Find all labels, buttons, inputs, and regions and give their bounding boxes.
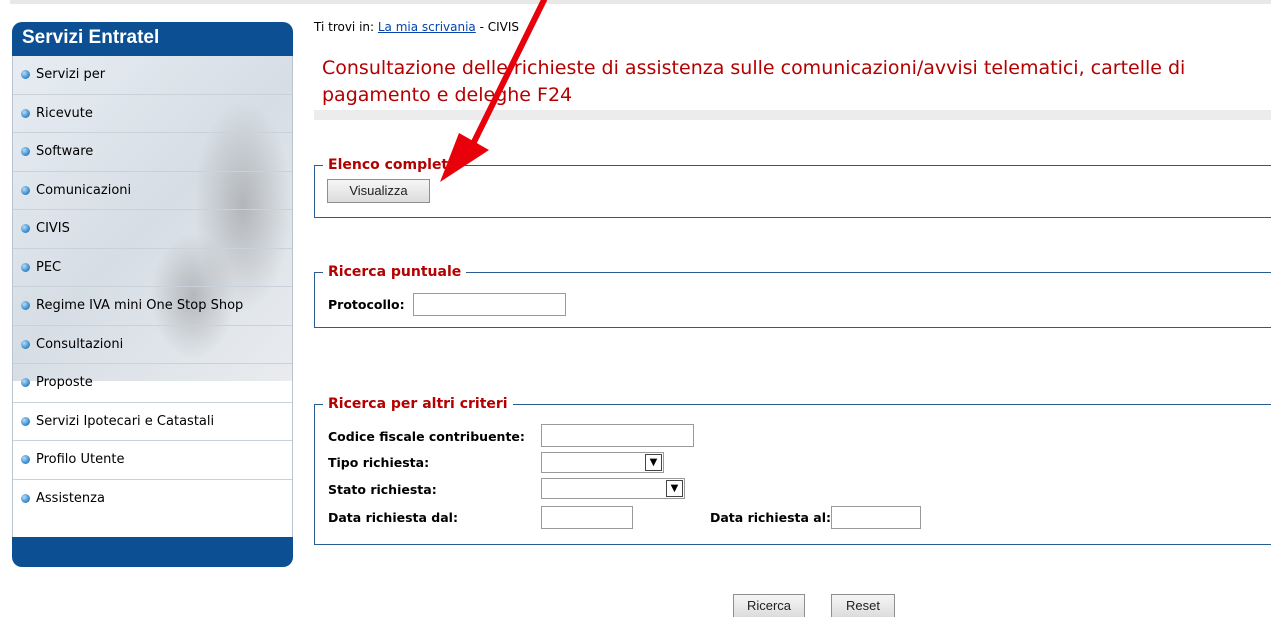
data-al-label: Data richiesta al: xyxy=(710,510,832,525)
sidebar-item-label: PEC xyxy=(36,259,62,275)
breadcrumb-prefix: Ti trovi in: xyxy=(314,20,378,34)
data-dal-input[interactable] xyxy=(541,506,633,529)
sidebar-item-label: CIVIS xyxy=(36,221,70,237)
elenco-completo-section: Elenco completo xyxy=(314,157,1271,218)
chevron-down-icon: ▼ xyxy=(645,454,662,471)
sidebar-item-servizi-per[interactable]: Servizi per xyxy=(13,56,292,95)
bullet-icon xyxy=(21,455,30,465)
codice-fiscale-input[interactable] xyxy=(541,424,694,447)
sidebar-item-pec[interactable]: PEC xyxy=(13,249,292,287)
protocollo-input[interactable] xyxy=(413,293,566,316)
bullet-icon xyxy=(21,185,30,195)
bullet-icon xyxy=(21,262,30,272)
sidebar-item-label: Servizi per xyxy=(36,67,106,83)
bullet-icon xyxy=(21,224,30,234)
sidebar-item-label: Regime IVA mini One Stop Shop xyxy=(36,298,244,314)
stato-richiesta-select[interactable]: ▼ xyxy=(541,478,685,499)
bullet-icon xyxy=(21,147,30,157)
bullet-icon xyxy=(21,108,30,118)
sidebar-item-label: Software xyxy=(36,144,94,160)
sidebar-item-label: Ricevute xyxy=(36,105,93,121)
bullet-icon xyxy=(21,70,30,80)
ricerca-altri-criteri-legend: Ricerca per altri criteri xyxy=(328,396,508,412)
page-title: Consultazione delle richieste di assiste… xyxy=(322,57,1186,106)
data-dal-label: Data richiesta dal: xyxy=(328,510,458,525)
sidebar-item-label: Consultazioni xyxy=(36,336,124,352)
reset-button[interactable]: Reset xyxy=(831,594,895,617)
breadcrumb-current: CIVIS xyxy=(487,20,520,34)
codice-fiscale-label: Codice fiscale contribuente: xyxy=(328,429,525,444)
sidebar-item-regime-iva[interactable]: Regime IVA mini One Stop Shop xyxy=(13,287,292,326)
title-divider xyxy=(314,110,1271,120)
ricerca-button[interactable]: Ricerca xyxy=(733,594,805,617)
bullet-icon xyxy=(21,301,30,311)
sidebar: Servizi Entratel Servizi per Ricevute So… xyxy=(12,22,293,567)
sidebar-item-software[interactable]: Software xyxy=(13,133,292,172)
sidebar-item-servizi-ipotecari[interactable]: Servizi Ipotecari e Catastali xyxy=(13,403,292,441)
elenco-completo-legend: Elenco completo xyxy=(328,157,458,173)
protocollo-label: Protocollo: xyxy=(328,297,405,312)
stato-richiesta-label: Stato richiesta: xyxy=(328,482,437,497)
sidebar-item-ricevute[interactable]: Ricevute xyxy=(13,95,292,133)
chevron-down-icon: ▼ xyxy=(666,480,683,497)
sidebar-item-civis[interactable]: CIVIS xyxy=(13,210,292,249)
sidebar-item-profilo-utente[interactable]: Profilo Utente xyxy=(13,441,292,480)
sidebar-item-assistenza[interactable]: Assistenza xyxy=(13,480,292,519)
visualizza-button[interactable]: Visualizza xyxy=(327,179,430,203)
sidebar-menu: Servizi per Ricevute Software Comunicazi… xyxy=(12,56,293,537)
sidebar-item-label: Assistenza xyxy=(36,491,105,507)
ricerca-puntuale-legend: Ricerca puntuale xyxy=(328,264,462,280)
breadcrumb: Ti trovi in: La mia scrivania - CIVIS xyxy=(314,20,519,34)
bullet-icon xyxy=(21,339,30,349)
sidebar-item-label: Comunicazioni xyxy=(36,182,132,198)
sidebar-item-label: Proposte xyxy=(36,375,93,391)
sidebar-item-comunicazioni[interactable]: Comunicazioni xyxy=(13,172,292,210)
bullet-icon xyxy=(21,416,30,426)
breadcrumb-link-scrivania[interactable]: La mia scrivania xyxy=(378,20,476,34)
bullet-icon xyxy=(21,378,30,388)
bullet-icon xyxy=(21,494,30,504)
sidebar-footer xyxy=(12,537,293,567)
breadcrumb-separator: - xyxy=(475,20,488,34)
data-al-input[interactable] xyxy=(831,506,921,529)
sidebar-title: Servizi Entratel xyxy=(12,22,293,56)
top-rule xyxy=(10,0,1271,4)
sidebar-item-consultazioni[interactable]: Consultazioni xyxy=(13,326,292,364)
sidebar-item-label: Profilo Utente xyxy=(36,452,125,468)
tipo-richiesta-label: Tipo richiesta: xyxy=(328,455,430,470)
sidebar-item-label: Servizi Ipotecari e Catastali xyxy=(36,413,215,429)
sidebar-item-proposte[interactable]: Proposte xyxy=(13,364,292,403)
tipo-richiesta-select[interactable]: ▼ xyxy=(541,452,664,473)
